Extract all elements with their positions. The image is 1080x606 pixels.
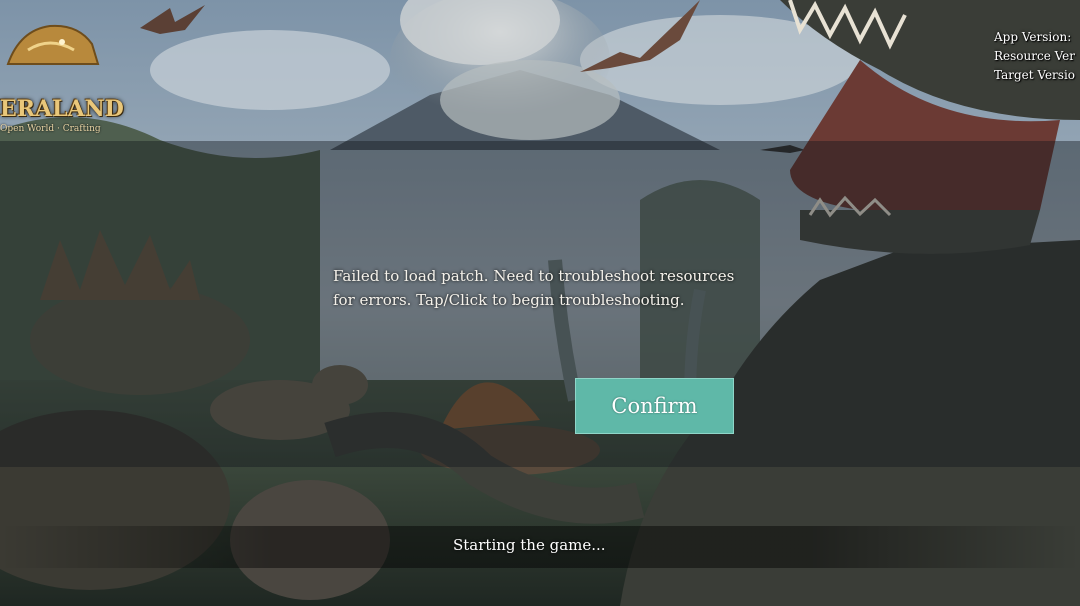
error-message: Failed to load patch. Need to troublesho… <box>333 267 735 309</box>
game-logo: ERALAND Open World · Crafting <box>0 24 124 134</box>
resource-version-label: Resource Ver <box>994 49 1076 63</box>
target-version-label: Target Versio <box>994 68 1076 82</box>
version-info: App Version: Resource Ver Target Versio <box>994 28 1080 85</box>
logo-tagline: Open World · Crafting <box>0 124 101 134</box>
confirm-button[interactable]: Confirm <box>575 378 734 434</box>
logo-wordmark: ERALAND <box>0 96 124 122</box>
loading-status-text: Starting the game... <box>453 536 606 554</box>
app-version-label: App Version: <box>994 30 1072 44</box>
dragon-crest-icon <box>6 24 100 65</box>
